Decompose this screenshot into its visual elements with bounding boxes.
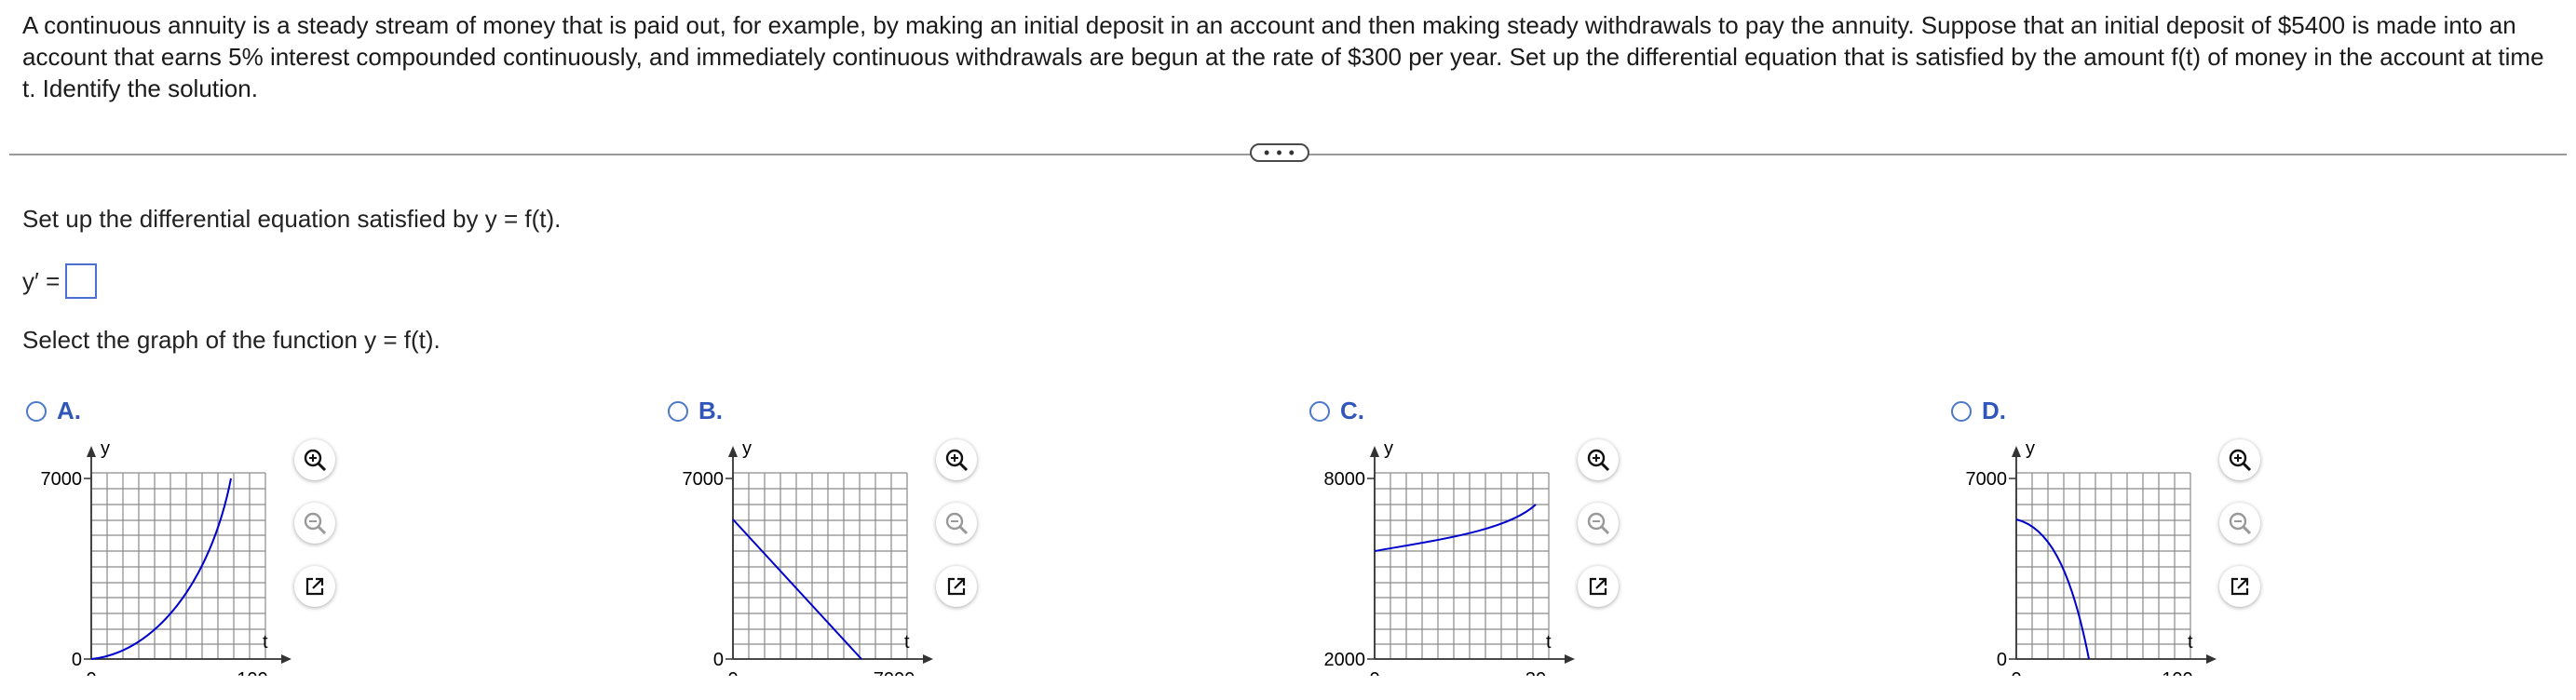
option-a-select[interactable]: A. — [26, 397, 81, 425]
option-c-xmin-label: 0 — [1369, 669, 1379, 676]
option-a-ymin-label: 0 — [72, 650, 82, 670]
option-d-curve — [2015, 518, 2090, 660]
option-a-xmax-label: 100 — [237, 669, 267, 676]
option-c-zoom-out-button[interactable] — [1578, 503, 1619, 544]
option-c-ymin-label: 2000 — [1324, 650, 1366, 670]
option-b-xmin-label: 0 — [727, 669, 738, 676]
option-b-ymax-label: 7000 — [683, 469, 725, 490]
part2-prompt: Select the graph of the function y = f(t… — [22, 326, 441, 354]
zoom-in-icon — [2229, 449, 2252, 472]
zoom-out-icon — [1587, 512, 1610, 535]
option-c-open-button[interactable] — [1578, 566, 1619, 607]
option-d-y-arrow — [2012, 446, 2021, 457]
option-a-ymax-label: 7000 — [41, 469, 83, 490]
option-a-y-arrow — [87, 446, 96, 457]
zoom-in-icon — [1587, 449, 1610, 472]
zoom-out-icon — [304, 512, 327, 535]
option-a-t-arrow — [281, 654, 291, 664]
option-d-ymax-label: 7000 — [1966, 469, 2008, 490]
option-b-y-arrow — [728, 446, 738, 457]
option-d-grid-lines — [2015, 472, 2191, 660]
open-window-icon — [305, 577, 324, 596]
option-d-radio[interactable] — [1951, 400, 1972, 422]
option-b-zoom-out-button[interactable] — [936, 503, 977, 544]
option-c-graph: y 8000 2000 0 30 t — [1324, 438, 1575, 676]
equation-lhs: y′ = — [22, 266, 61, 295]
option-c-grid-lines — [1374, 472, 1550, 660]
problem-statement: A continuous annuity is a steady stream … — [22, 11, 2544, 102]
zoom-out-icon — [945, 512, 969, 535]
zoom-in-icon — [945, 449, 969, 472]
option-c-select[interactable]: C. — [1309, 397, 1364, 425]
option-b-y-label: y — [742, 438, 752, 459]
option-b-select[interactable]: B. — [668, 397, 723, 425]
zoom-out-icon — [2229, 512, 2252, 535]
option-d-t-label: t — [2188, 632, 2193, 653]
option-b-letter: B. — [698, 397, 723, 424]
option-b-graph: y 7000 0 0 7000 t — [683, 438, 933, 676]
option-a-grid — [90, 472, 266, 660]
option-d-zoom-out-button[interactable] — [2219, 503, 2260, 544]
open-window-icon — [1589, 577, 1607, 596]
option-b-grid-lines — [732, 472, 908, 660]
option-d-ymin-label: 0 — [1997, 650, 2007, 670]
option-b-curve — [732, 518, 862, 660]
more-button[interactable]: • • • — [1250, 143, 1309, 162]
zoom-in-icon — [304, 449, 327, 472]
option-b-xmax-label: 7000 — [874, 669, 915, 676]
option-d-zoom-in-button[interactable] — [2219, 439, 2260, 480]
option-d-xmin-label: 0 — [2011, 669, 2021, 676]
option-d-t-arrow — [2206, 654, 2217, 664]
option-b-ymin-label: 0 — [713, 650, 724, 670]
option-d-open-button[interactable] — [2219, 566, 2260, 607]
option-d-select[interactable]: D. — [1951, 397, 2006, 425]
option-a-letter: A. — [57, 397, 81, 424]
option-c-y-arrow — [1370, 446, 1379, 457]
equation-row: y′ = — [22, 263, 98, 299]
option-c-curve — [1374, 504, 1537, 552]
option-c-t-label: t — [1546, 632, 1552, 653]
option-a-open-button[interactable] — [294, 566, 335, 607]
option-d-y-label: y — [2026, 438, 2035, 459]
option-d-xmax-label: 100 — [2162, 669, 2192, 676]
option-a-t-label: t — [263, 632, 268, 653]
option-b-open-button[interactable] — [936, 566, 977, 607]
option-b-t-label: t — [904, 632, 910, 653]
option-a-zoom-in-button[interactable] — [294, 439, 335, 480]
open-window-icon — [2230, 577, 2249, 596]
option-c-zoom-in-button[interactable] — [1578, 439, 1619, 480]
option-c-y-label: y — [1384, 438, 1393, 459]
option-b-radio[interactable] — [668, 400, 688, 422]
open-window-icon — [947, 577, 966, 596]
option-a-radio[interactable] — [26, 400, 47, 422]
option-c-ymax-label: 8000 — [1324, 469, 1366, 490]
option-b-t-arrow — [923, 654, 933, 664]
option-d-graph: y 7000 0 0 100 t — [1966, 438, 2217, 676]
option-c-letter: C. — [1340, 397, 1364, 424]
option-a-zoom-out-button[interactable] — [294, 503, 335, 544]
option-a-graph: y 7000 0 0 100 t — [41, 438, 291, 676]
option-d-letter: D. — [1982, 397, 2006, 424]
option-c-t-arrow — [1565, 654, 1575, 664]
option-a-y-label: y — [101, 438, 110, 459]
part1-prompt: Set up the differential equation satisfi… — [22, 205, 562, 233]
option-a-curve — [90, 478, 232, 660]
option-c-xmax-label: 30 — [1525, 669, 1546, 676]
option-a-xmin-label: 0 — [86, 669, 96, 676]
answer-input-box[interactable] — [65, 263, 98, 299]
option-b-zoom-in-button[interactable] — [936, 439, 977, 480]
option-c-radio[interactable] — [1309, 400, 1330, 422]
option-a-grid-lines — [90, 472, 266, 660]
